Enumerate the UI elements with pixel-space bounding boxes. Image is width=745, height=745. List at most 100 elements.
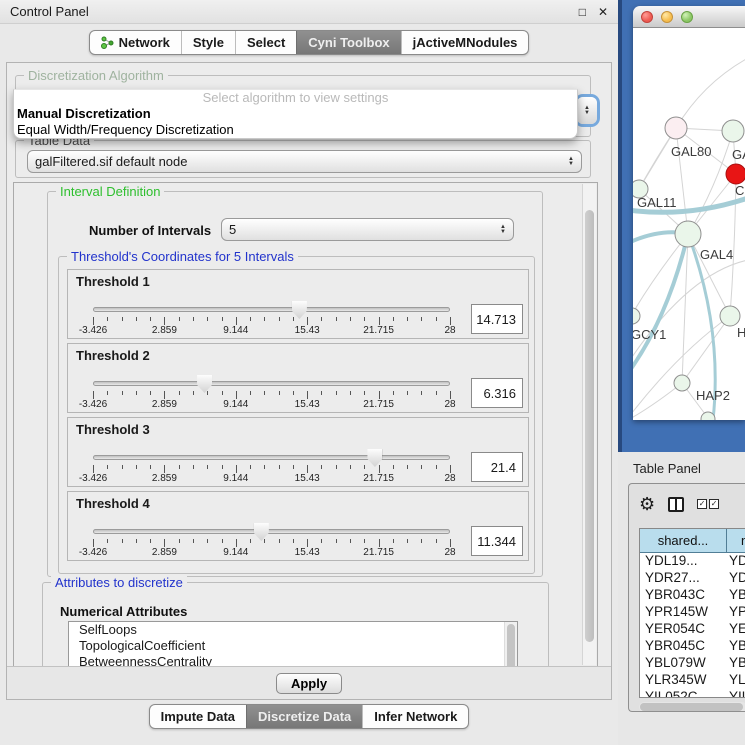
- threshold-value-field[interactable]: 21.4: [471, 452, 523, 482]
- network-edge[interactable]: [633, 383, 682, 420]
- network-node-red[interactable]: [726, 164, 745, 184]
- network-node-pink[interactable]: [665, 117, 687, 139]
- tick-mark: [236, 539, 237, 547]
- threshold-value-field[interactable]: 11.344: [471, 526, 523, 556]
- dropdown-option-manual-discretization[interactable]: Manual Discretization: [14, 106, 577, 122]
- tab-select[interactable]: Select: [235, 31, 296, 54]
- network-canvas[interactable]: GAL80GACGAL11GAL4GCY1HHAP2: [633, 28, 745, 420]
- tick-mark: [436, 317, 437, 321]
- table-row[interactable]: YBL079WYBL0: [640, 655, 745, 672]
- tab-label: Network: [119, 35, 170, 50]
- attribute-item-selfloops[interactable]: SelfLoops: [69, 622, 517, 638]
- tick-mark: [307, 465, 308, 473]
- slider-track[interactable]: [93, 529, 450, 534]
- tick-mark: [321, 539, 322, 543]
- table-data-combobox[interactable]: galFiltered.sif default node ▲▼: [27, 150, 582, 173]
- table-hscrollbar-thumb[interactable]: [640, 703, 743, 711]
- network-edge[interactable]: [633, 234, 688, 373]
- network-edge[interactable]: [676, 58, 745, 128]
- attributes-scrollbar-thumb[interactable]: [507, 624, 515, 667]
- tick-label: 15.43: [295, 325, 320, 336]
- table-row[interactable]: YPR145WYPR1: [640, 604, 745, 621]
- tick-mark: [279, 391, 280, 395]
- cell-shared-name: YLR345W: [640, 672, 727, 689]
- tab-jactivemnodules[interactable]: jActiveMNodules: [401, 31, 529, 54]
- tick-mark: [450, 391, 451, 399]
- slider-track[interactable]: [93, 455, 450, 460]
- tab-discretize-data[interactable]: Discretize Data: [246, 705, 362, 728]
- table-row[interactable]: YER054CYER0: [640, 621, 745, 638]
- network-node-green[interactable]: [722, 120, 744, 142]
- tick-mark: [150, 317, 151, 321]
- tick-mark: [264, 317, 265, 321]
- threshold-label: Threshold 3: [76, 422, 150, 437]
- settings-scrollbar-thumb[interactable]: [585, 210, 594, 642]
- minimize-traffic-light-icon[interactable]: [661, 11, 673, 23]
- tab-impute-data[interactable]: Impute Data: [150, 705, 246, 728]
- top-tabbar: Network StyleSelectCyni ToolboxjActiveMNo…: [89, 30, 530, 55]
- table-row[interactable]: YDL19...YDL1: [640, 553, 745, 570]
- network-desktop: GAL80GACGAL11GAL4GCY1HHAP2: [618, 0, 745, 452]
- cell-shared-name: YBL079W: [640, 655, 727, 672]
- tick-label: 2.859: [152, 547, 177, 558]
- network-edge[interactable]: [633, 234, 688, 316]
- tick-mark: [307, 317, 308, 325]
- column-header-na[interactable]: na: [727, 529, 745, 553]
- tab-style[interactable]: Style: [181, 31, 235, 54]
- float-window-icon[interactable]: □: [579, 5, 586, 19]
- tick-label: 9.144: [223, 325, 248, 336]
- network-node-green[interactable]: [633, 308, 640, 324]
- network-node-green[interactable]: [675, 221, 701, 247]
- table-row[interactable]: YBR045CYBR0: [640, 638, 745, 655]
- spinner-arrows-icon: ▲▼: [584, 106, 590, 116]
- tick-mark: [293, 465, 294, 469]
- tick-mark: [321, 317, 322, 321]
- threshold-value-field[interactable]: 14.713: [471, 304, 523, 334]
- slider-tick-labels: -3.4262.8599.14415.4321.71528: [93, 473, 450, 485]
- network-node-green[interactable]: [720, 306, 740, 326]
- columns-icon[interactable]: [668, 497, 684, 512]
- close-icon[interactable]: ✕: [598, 5, 608, 19]
- zoom-traffic-light-icon[interactable]: [681, 11, 693, 23]
- gear-icon[interactable]: ⚙: [639, 495, 655, 513]
- table-row[interactable]: YLR345WYLR3: [640, 672, 745, 689]
- tick-mark: [379, 391, 380, 399]
- settings-vertical-scrollbar[interactable]: [582, 184, 596, 665]
- tick-mark: [236, 391, 237, 399]
- threshold-value-field[interactable]: 6.316: [471, 378, 523, 408]
- tick-mark: [207, 317, 208, 321]
- tab-network[interactable]: Network: [90, 31, 181, 54]
- tab-infer-network[interactable]: Infer Network: [362, 705, 468, 728]
- tick-label: -3.426: [79, 399, 107, 410]
- dropdown-option-equal-width-frequency-discretization[interactable]: Equal Width/Frequency Discretization: [14, 122, 577, 138]
- node-label-ga: GA: [732, 147, 745, 162]
- tick-mark: [393, 391, 394, 395]
- tick-label: 2.859: [152, 399, 177, 410]
- attributes-scrollbar[interactable]: [504, 622, 517, 667]
- select-columns-icon[interactable]: ✓ ✓: [697, 499, 719, 509]
- table-horizontal-scrollbar[interactable]: [639, 702, 745, 712]
- cell-shared-name: YER054C: [640, 621, 727, 638]
- tick-mark: [250, 391, 251, 395]
- num-intervals-combobox[interactable]: 5 ▲▼: [221, 218, 514, 241]
- tick-label: -3.426: [79, 325, 107, 336]
- apply-button[interactable]: Apply: [276, 673, 342, 694]
- table-row[interactable]: YBR043CYBR0: [640, 587, 745, 604]
- tick-label: 2.859: [152, 473, 177, 484]
- table-row[interactable]: YDR27...YDR2: [640, 570, 745, 587]
- tick-mark: [93, 465, 94, 473]
- table-row[interactable]: YIL052CYIL0: [640, 689, 745, 698]
- slider-track[interactable]: [93, 307, 450, 312]
- attribute-item-topologicalcoefficient[interactable]: TopologicalCoefficient: [69, 638, 517, 654]
- tick-label: 15.43: [295, 547, 320, 558]
- algorithm-combobox-button[interactable]: ▲▼: [577, 97, 597, 124]
- tab-cyni-toolbox[interactable]: Cyni Toolbox: [296, 31, 400, 54]
- slider-track[interactable]: [93, 381, 450, 386]
- cell-shared-name: YBR045C: [640, 638, 727, 655]
- tick-label: 9.144: [223, 399, 248, 410]
- column-header-shared-[interactable]: shared...: [640, 529, 727, 553]
- tick-mark: [250, 539, 251, 543]
- close-traffic-light-icon[interactable]: [641, 11, 653, 23]
- tick-label: 28: [444, 399, 455, 410]
- network-node-green[interactable]: [674, 375, 690, 391]
